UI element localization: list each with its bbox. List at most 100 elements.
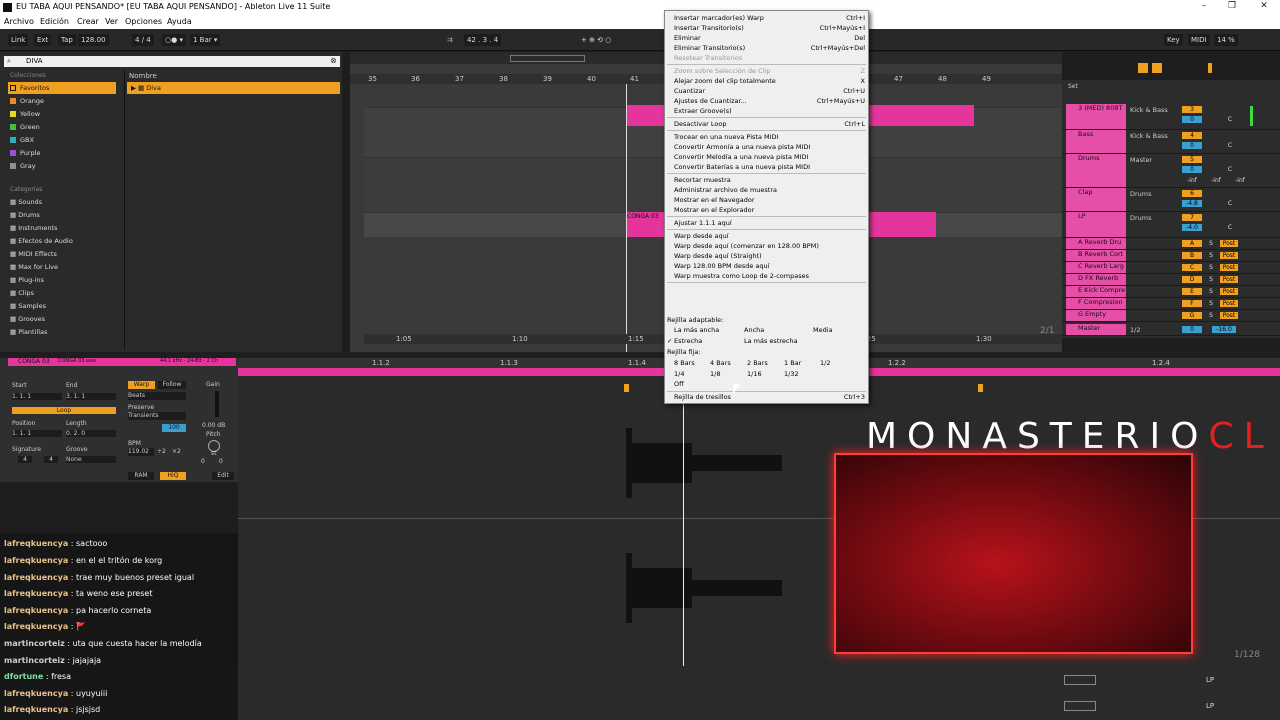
midi-map-button[interactable]: MIDI bbox=[1188, 34, 1210, 46]
post-button[interactable]: Post bbox=[1220, 288, 1238, 295]
half-tempo-button[interactable]: ÷2 bbox=[157, 448, 166, 455]
track-volume[interactable]: 0 bbox=[1182, 142, 1202, 149]
context-menu-item[interactable]: Insertar marcador(es) Warp Ctrl+I bbox=[674, 13, 865, 23]
key-map-button[interactable]: Key bbox=[1164, 34, 1183, 46]
track-pan[interactable]: C bbox=[1220, 200, 1240, 207]
warp-mode-select[interactable]: Beats bbox=[128, 392, 186, 400]
hiq-button[interactable]: HiQ bbox=[160, 472, 186, 480]
context-menu-item[interactable]: Mostrar en el Explorador bbox=[674, 205, 865, 215]
link-button[interactable]: Link bbox=[8, 34, 29, 46]
category-max-for-live[interactable]: ▦ Max for Live bbox=[10, 263, 58, 271]
context-menu-item[interactable]: Warp desde aquí (comenzar en 128.00 BPM) bbox=[674, 241, 865, 251]
post-button[interactable]: Post bbox=[1220, 300, 1238, 307]
double-tempo-button[interactable]: ×2 bbox=[172, 448, 181, 455]
track-row[interactable]: LP Drums 7 -4.0 C bbox=[1062, 212, 1280, 238]
master-route[interactable]: 1/2 bbox=[1130, 326, 1140, 334]
return-row[interactable]: C Reverb Larg C S Post bbox=[1062, 262, 1280, 274]
solo-button[interactable]: S bbox=[1206, 264, 1216, 271]
grid-eighth-option[interactable]: 1/8 bbox=[710, 369, 740, 379]
return-letter[interactable]: E bbox=[1182, 288, 1202, 295]
return-row[interactable]: B Reverb Cort B S Post bbox=[1062, 250, 1280, 262]
context-menu-item[interactable]: Convertir Baterías a una nueva pista MID… bbox=[674, 162, 865, 172]
track-row[interactable]: Clap Drums 6 -4.8 C bbox=[1062, 188, 1280, 212]
context-menu-item[interactable]: Eliminar Transitorio(s) Ctrl+Mayús+Del bbox=[674, 43, 865, 53]
category-audio-effects[interactable]: ▦ Efectos de Audio bbox=[10, 237, 73, 245]
track-number[interactable]: 7 bbox=[1182, 214, 1202, 221]
context-menu-item[interactable]: Ajustar 1.1.1 aquí bbox=[674, 218, 865, 228]
category-clips[interactable]: ▦ Clips bbox=[10, 289, 34, 297]
solo-button[interactable]: S bbox=[1206, 276, 1216, 283]
grid-1-bar-option[interactable]: 1 Bar bbox=[784, 358, 814, 368]
draw-mode-icon[interactable] bbox=[1152, 63, 1162, 73]
warp-marker-icon[interactable] bbox=[624, 384, 629, 392]
warp-marker-icon[interactable] bbox=[978, 384, 983, 392]
close-icon[interactable]: ✕ bbox=[1254, 1, 1274, 11]
clip-name[interactable]: CONGA 03 bbox=[18, 358, 50, 365]
context-menu-item[interactable]: Warp muestra como Loop de 2-compases bbox=[674, 271, 865, 281]
track-volume[interactable]: 0 bbox=[1182, 166, 1202, 173]
time-signature-field[interactable]: 4 / 4 bbox=[132, 34, 154, 46]
track-route[interactable]: Kick & Bass bbox=[1130, 132, 1168, 140]
category-midi-effects[interactable]: ▦ MIDI Effects bbox=[10, 250, 57, 258]
solo-button[interactable]: S bbox=[1206, 300, 1216, 307]
collection-item-favoritos[interactable]: Favoritos bbox=[10, 84, 49, 92]
post-button[interactable]: Post bbox=[1220, 276, 1238, 283]
return-row[interactable]: D FX Reverb D S Post bbox=[1062, 274, 1280, 286]
context-menu-item[interactable]: Warp 128.00 BPM desde aquí bbox=[674, 261, 865, 271]
edit-button[interactable]: Edit bbox=[212, 472, 234, 480]
return-letter[interactable]: G bbox=[1182, 312, 1202, 319]
warp-button[interactable]: Warp bbox=[128, 381, 155, 389]
collection-item-gray[interactable]: Gray bbox=[10, 162, 36, 170]
pencil-icon[interactable] bbox=[1138, 63, 1148, 73]
context-menu-item[interactable]: Mostrar en el Navegador bbox=[674, 195, 865, 205]
return-row[interactable]: E Kick Compre E S Post bbox=[1062, 286, 1280, 298]
length-field[interactable]: 0. 2. 0 bbox=[66, 430, 116, 437]
context-menu-item[interactable]: Extraer Groove(s) bbox=[674, 106, 865, 116]
tap-button[interactable]: Tap bbox=[58, 34, 76, 46]
bpm-field[interactable]: 119.02 bbox=[128, 448, 154, 456]
semitone-field[interactable]: 0 bbox=[201, 458, 205, 465]
context-menu-item[interactable]: Alejar zoom del clip totalmente X bbox=[674, 76, 865, 86]
view-toggle-icon[interactable] bbox=[1064, 675, 1096, 685]
overview-window[interactable] bbox=[510, 55, 585, 62]
sig-denominator[interactable]: 4 bbox=[44, 456, 58, 463]
track-pan[interactable]: C bbox=[1220, 116, 1240, 123]
grid-half-option[interactable]: 1/2 bbox=[820, 358, 850, 368]
category-drums[interactable]: ▦ Drums bbox=[10, 211, 40, 219]
grid-wide-option[interactable]: Ancha bbox=[744, 325, 804, 335]
start-field[interactable]: 1. 1. 1 bbox=[12, 393, 62, 400]
metronome-button[interactable]: ○● ▾ bbox=[162, 34, 186, 46]
solo-button[interactable]: S bbox=[1206, 312, 1216, 319]
context-menu-item[interactable]: Ajustes de Cuantizar... Ctrl+Mayús+U bbox=[674, 96, 865, 106]
context-menu-item[interactable]: Recortar muestra bbox=[674, 175, 865, 185]
master-row[interactable]: Master 1/2 0 -16.0 bbox=[1062, 324, 1280, 336]
track-row[interactable]: 3 (MED) 808T Kick & Bass 3 0 C bbox=[1062, 104, 1280, 130]
clear-search-icon[interactable]: ⊗ bbox=[330, 56, 337, 65]
context-menu-item[interactable]: Trocear en una nueva Pista MIDI bbox=[674, 132, 865, 142]
loop-button[interactable]: Loop bbox=[12, 407, 116, 414]
track-volume[interactable]: -4.8 bbox=[1182, 200, 1202, 207]
category-sounds[interactable]: ▦ Sounds bbox=[10, 198, 42, 206]
overdub-icon[interactable]: + ⊕ ⟲ ○ bbox=[578, 34, 614, 46]
position-field[interactable]: 1. 1. 1 bbox=[12, 430, 62, 437]
gain-slider[interactable] bbox=[215, 391, 219, 417]
maximize-icon[interactable]: ❐ bbox=[1222, 1, 1242, 11]
track-number[interactable]: 6 bbox=[1182, 190, 1202, 197]
grid-2-bars-option[interactable]: 2 Bars bbox=[747, 358, 777, 368]
grid-thirtysecond-option[interactable]: 1/32 bbox=[784, 369, 814, 379]
post-button[interactable]: Post bbox=[1220, 252, 1238, 259]
grid-widest-option[interactable]: La más ancha bbox=[674, 325, 734, 335]
category-samples[interactable]: ▦ Samples bbox=[10, 302, 46, 310]
grid-medium-option[interactable]: Media bbox=[813, 325, 863, 335]
track-pan[interactable]: C bbox=[1220, 142, 1240, 149]
ram-button[interactable]: RAM bbox=[128, 472, 154, 480]
track-route[interactable]: Master bbox=[1130, 156, 1152, 164]
transient-envelope-field[interactable]: 100 bbox=[162, 424, 186, 432]
return-letter[interactable]: D bbox=[1182, 276, 1202, 283]
track-number[interactable]: 5 bbox=[1182, 156, 1202, 163]
return-letter[interactable]: F bbox=[1182, 300, 1202, 307]
context-menu-item[interactable]: Eliminar Del bbox=[674, 33, 865, 43]
view-toggle-icon[interactable] bbox=[1064, 701, 1096, 711]
context-menu-item[interactable]: Insertar Transitorio(s) Ctrl+Mayús+I bbox=[674, 23, 865, 33]
grid-narrowest-option[interactable]: La más estrecha bbox=[744, 336, 824, 346]
